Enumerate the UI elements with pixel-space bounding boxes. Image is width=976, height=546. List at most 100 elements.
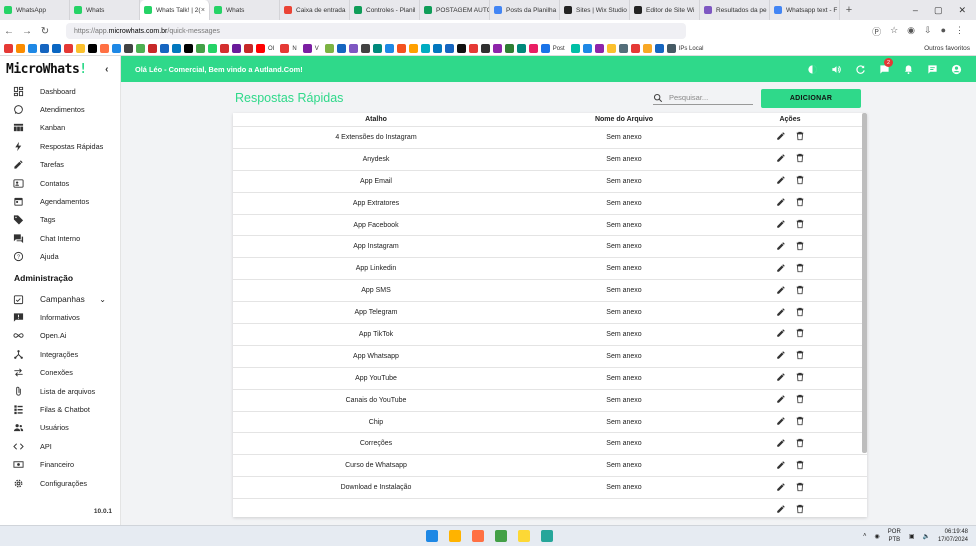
table-row[interactable]: Canais do YouTube Sem anexo [233, 390, 867, 412]
table-row[interactable]: App Telegram Sem anexo [233, 302, 867, 325]
edit-icon[interactable] [776, 438, 786, 450]
delete-icon[interactable] [795, 372, 805, 384]
bookmark-icon[interactable] [372, 44, 382, 53]
menu-icon[interactable]: ⋮ [955, 25, 964, 38]
bookmark-label[interactable]: N [292, 46, 296, 52]
column-header-atalho[interactable]: Atalho [233, 116, 519, 123]
edit-icon[interactable] [776, 153, 786, 165]
edit-icon[interactable] [776, 504, 786, 516]
table-row[interactable]: App Extratores Sem anexo [233, 193, 867, 215]
table-row[interactable]: App Email Sem anexo [233, 171, 867, 193]
edit-icon[interactable] [776, 219, 786, 231]
shield-icon[interactable]: ◉ [907, 25, 915, 38]
table-row[interactable]: App YouTube Sem anexo [233, 368, 867, 390]
messages-icon[interactable]: 2 [872, 56, 896, 82]
clock[interactable]: 06:19:48 17/07/2024 [938, 528, 968, 544]
bookmark-icon[interactable] [208, 44, 217, 53]
maximize-icon[interactable]: ▢ [934, 5, 943, 16]
edit-icon[interactable] [776, 416, 786, 428]
table-row[interactable]: App SMS Sem anexo [233, 280, 867, 303]
bookmark-icon[interactable] [582, 44, 592, 53]
edit-icon[interactable] [776, 307, 786, 319]
calculator-icon[interactable] [541, 530, 553, 542]
bookmark-icon[interactable] [540, 44, 550, 53]
bookmark-icon[interactable] [654, 44, 664, 53]
bell-icon[interactable] [896, 56, 920, 82]
bookmark-label[interactable]: OI [268, 46, 274, 52]
bookmark-icon[interactable] [244, 44, 253, 53]
sidebar-item-ajuda[interactable]: ? Ajuda [0, 248, 120, 266]
column-header-arquivo[interactable]: Nome do Arquivo [519, 116, 729, 123]
browser-tab[interactable]: Sites | Wix Studio [560, 0, 630, 20]
bookmark-icon[interactable] [396, 44, 406, 53]
bookmark-icon[interactable] [444, 44, 454, 53]
minimize-icon[interactable]: – [913, 5, 918, 16]
table-row[interactable] [233, 499, 867, 517]
bookmark-icon[interactable] [256, 44, 265, 53]
windows-start-icon[interactable] [426, 530, 438, 542]
delete-icon[interactable] [795, 131, 805, 143]
forward-icon[interactable]: → [18, 26, 36, 37]
chrome-icon[interactable] [495, 530, 507, 542]
new-tab-button[interactable]: + [840, 4, 858, 16]
sidebar-item-contatos[interactable]: Contatos [0, 174, 120, 192]
star-icon[interactable]: ☆ [890, 25, 898, 38]
bookmark-label[interactable]: IPs Local [679, 46, 704, 52]
delete-icon[interactable] [795, 394, 805, 406]
translate-icon[interactable]: Ⓟ [872, 25, 881, 38]
bookmark-icon[interactable] [76, 44, 85, 53]
bookmark-icon[interactable] [124, 44, 133, 53]
delete-icon[interactable] [795, 504, 805, 516]
edit-icon[interactable] [776, 460, 786, 472]
browser-tab[interactable]: Whats [70, 0, 140, 20]
browser-tab[interactable]: Resultados da pe [700, 0, 770, 20]
bookmark-icon[interactable] [160, 44, 169, 53]
browser-tab[interactable]: Controles - Planil [350, 0, 420, 20]
bookmark-icon[interactable] [492, 44, 502, 53]
bookmark-icon[interactable] [468, 44, 478, 53]
chevron-left-icon[interactable]: ‹ [105, 64, 108, 75]
profile-icon[interactable]: ● [941, 25, 946, 38]
bookmark-icon[interactable] [504, 44, 514, 53]
delete-icon[interactable] [795, 285, 805, 297]
download-icon[interactable]: ⇩ [924, 25, 932, 38]
bookmark-icon[interactable] [52, 44, 61, 53]
bookmark-icon[interactable] [666, 44, 676, 53]
table-row[interactable]: Chip Sem anexo [233, 412, 867, 434]
reload-icon[interactable]: ↻ [36, 26, 54, 37]
sidebar-item-campanhas[interactable]: Campanhas ⌄ [0, 290, 120, 308]
sidebar-item-agendamentos[interactable]: Agendamentos [0, 192, 120, 210]
bookmark-icon[interactable] [136, 44, 145, 53]
volume-icon[interactable] [824, 56, 848, 82]
network-icon[interactable]: ◉ [875, 533, 880, 540]
bookmark-icon[interactable] [172, 44, 181, 53]
sidebar-item-informativos[interactable]: Informativos [0, 308, 120, 326]
browser-tab[interactable]: POSTAGEM AUTO [420, 0, 490, 20]
sidebar-item-dashboard[interactable]: Dashboard [0, 82, 120, 100]
edit-icon[interactable] [776, 328, 786, 340]
bookmark-icon[interactable] [336, 44, 346, 53]
edit-icon[interactable] [776, 285, 786, 297]
refresh-icon[interactable] [848, 56, 872, 82]
edit-icon[interactable] [776, 197, 786, 209]
table-row[interactable]: Download e Instalação Sem anexo [233, 477, 867, 500]
edit-icon[interactable] [776, 482, 786, 494]
bookmark-icon[interactable] [480, 44, 490, 53]
delete-icon[interactable] [795, 197, 805, 209]
bookmark-icon[interactable] [408, 44, 418, 53]
other-bookmarks[interactable]: Outros favoritos [924, 45, 976, 52]
close-window-icon[interactable]: ✕ [958, 5, 966, 16]
bookmark-icon[interactable] [4, 44, 13, 53]
sidebar-item-filas-chatbot[interactable]: Filas & Chatbot [0, 400, 120, 418]
edit-icon[interactable] [776, 350, 786, 362]
bookmark-icon[interactable] [384, 44, 394, 53]
bookmark-icon[interactable] [630, 44, 640, 53]
bookmark-icon[interactable] [456, 44, 466, 53]
sidebar-item-lista-de-arquivos[interactable]: Lista de arquivos [0, 382, 120, 400]
theme-toggle-icon[interactable] [800, 56, 824, 82]
sidebar-item-kanban[interactable]: Kanban [0, 119, 120, 137]
table-row[interactable]: Curso de Whatsapp Sem anexo [233, 455, 867, 478]
account-icon[interactable] [944, 56, 968, 82]
bookmark-icon[interactable] [618, 44, 628, 53]
bookmark-icon[interactable] [420, 44, 430, 53]
